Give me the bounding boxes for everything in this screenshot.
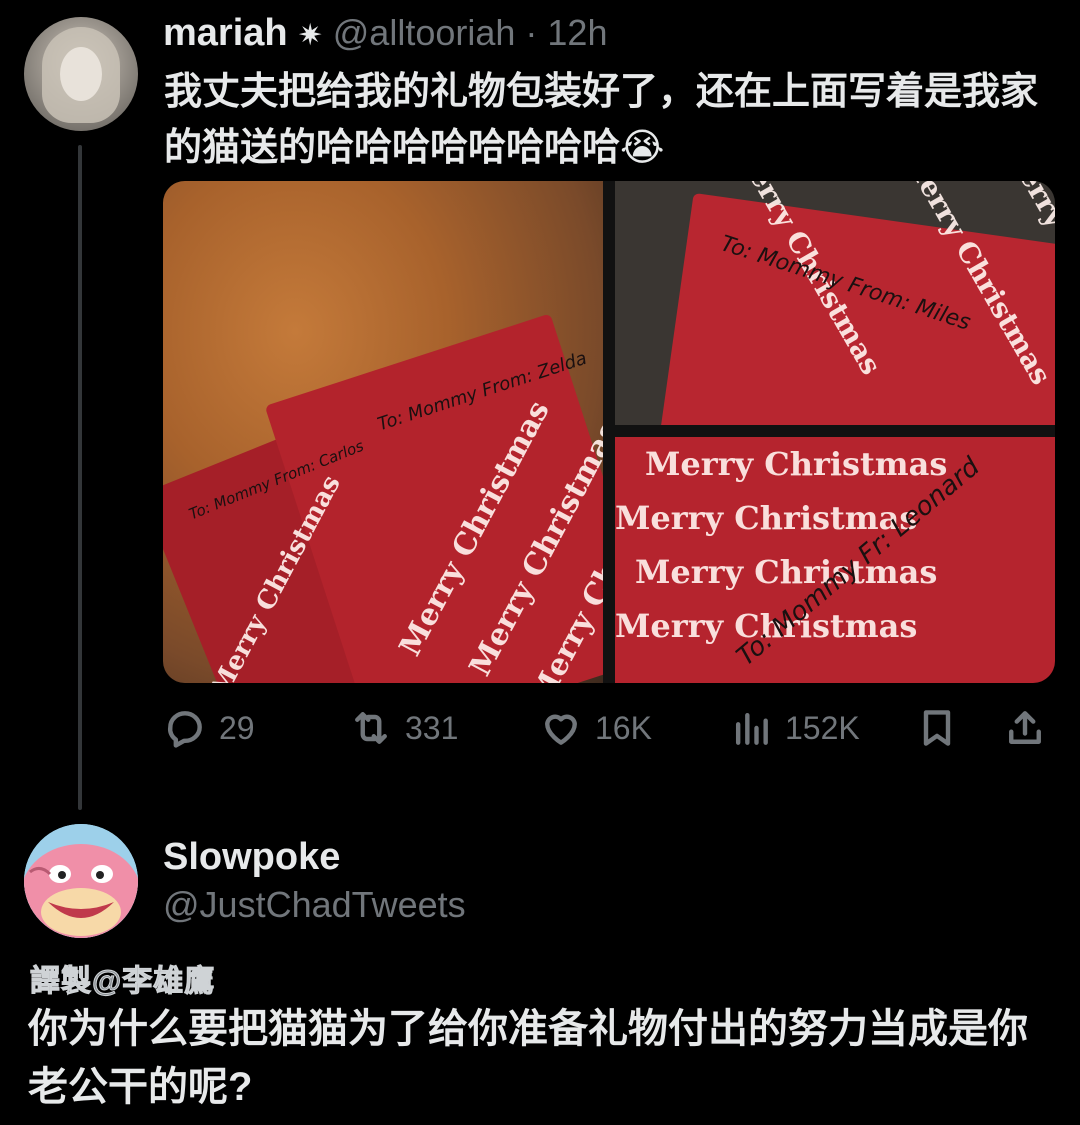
separator: · bbox=[525, 12, 538, 53]
thread-line bbox=[78, 145, 82, 810]
tweet-text: 我丈夫把给我的礼物包装好了，还在上面写着是我家的猫送的哈哈哈哈哈哈哈哈😭 bbox=[164, 71, 1039, 169]
slowpoke-avatar-icon bbox=[24, 824, 138, 938]
reply-text: 你为什么要把猫猫为了给你准备礼物付出的努力当成是你老公干的呢? bbox=[28, 1007, 1028, 1109]
media-grid[interactable]: Merry Christmas Merry Christmas Merry Ch… bbox=[163, 181, 1055, 683]
retweet-count: 331 bbox=[405, 709, 459, 746]
share-button[interactable] bbox=[1003, 700, 1047, 756]
speech-bubble-icon bbox=[167, 711, 202, 748]
bookmark-icon bbox=[923, 710, 951, 746]
views-button[interactable]: 152K bbox=[729, 700, 860, 756]
bookmark-button[interactable] bbox=[915, 700, 959, 756]
avatar[interactable] bbox=[24, 17, 138, 131]
bar-chart-icon bbox=[735, 712, 768, 745]
translation-watermark: 譯製@李雄鷹 bbox=[29, 965, 216, 999]
action-bar: 29 331 16K 152K bbox=[163, 700, 1053, 756]
photo-gift-leonard[interactable]: Merry Christmas Merry Christmas Merry Ch… bbox=[615, 437, 1055, 683]
avatar[interactable] bbox=[24, 824, 138, 938]
author-handle[interactable]: @JustChadTweets bbox=[163, 884, 466, 926]
heart-icon bbox=[545, 714, 577, 745]
reply-count: 29 bbox=[219, 709, 255, 746]
timestamp[interactable]: 12h bbox=[547, 12, 607, 54]
wrapping-text: Merry Christmas bbox=[635, 553, 938, 591]
photo-cat-with-gifts[interactable]: Merry Christmas Merry Christmas Merry Ch… bbox=[163, 181, 603, 683]
author-handle[interactable]: @alltooriah bbox=[333, 12, 516, 54]
like-count: 16K bbox=[595, 709, 652, 746]
views-count: 152K bbox=[785, 709, 860, 746]
share-icon bbox=[1009, 711, 1041, 744]
retweet-icon bbox=[355, 712, 387, 744]
like-button[interactable]: 16K bbox=[539, 700, 652, 756]
author-name[interactable]: Slowpoke bbox=[163, 836, 340, 879]
reply-button[interactable]: 29 bbox=[163, 700, 255, 756]
wrapping-text: Merry Christmas bbox=[645, 445, 948, 483]
photo-gift-miles[interactable]: Merry Christmas Merry Christmas Merry Ch… bbox=[615, 181, 1055, 425]
tweet-header: mariah ✷ @alltooriah · 12h bbox=[163, 12, 607, 60]
verified-icon: ✷ bbox=[297, 19, 323, 52]
retweet-button[interactable]: 331 bbox=[349, 700, 458, 756]
author-name[interactable]: mariah bbox=[163, 12, 288, 55]
